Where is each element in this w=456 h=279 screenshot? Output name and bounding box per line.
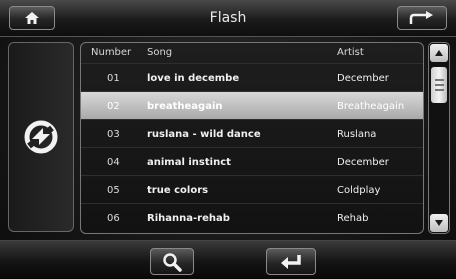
track-artist: Coldplay: [337, 185, 381, 196]
app-window: Flash Number Song Artist 01 love in dece…: [0, 0, 456, 279]
track-title: Rihanna-rehab: [147, 213, 230, 224]
track-title: true colors: [147, 185, 209, 196]
track-title: breatheagain: [147, 101, 223, 112]
track-number: 05: [107, 185, 120, 196]
track-title: animal instinct: [147, 157, 231, 168]
home-icon: [25, 12, 39, 24]
track-artist: December: [337, 157, 389, 168]
arrow-down-icon: [435, 220, 443, 226]
search-button[interactable]: [150, 248, 194, 275]
track-number: 01: [107, 73, 120, 84]
back-arrow-icon: [409, 11, 433, 24]
scroll-up-button[interactable]: [430, 44, 448, 62]
column-header-artist[interactable]: Artist: [337, 47, 364, 58]
scroll-down-button[interactable]: [430, 214, 448, 232]
track-number: 02: [107, 101, 120, 112]
list-item[interactable]: 03 ruslana - wild dance Ruslana: [81, 119, 423, 148]
song-list: Number Song Artist 01 love in decembe De…: [80, 42, 424, 234]
search-icon: [163, 252, 182, 272]
track-artist: Ruslana: [337, 129, 377, 140]
list-item-selected[interactable]: 02 breatheagain Breatheagain: [81, 91, 423, 120]
bottom-bar: [0, 240, 456, 279]
mode-panel[interactable]: [8, 42, 74, 232]
top-bar: Flash: [0, 0, 456, 37]
back-button[interactable]: [397, 6, 447, 30]
enter-icon: [281, 254, 301, 269]
scrollbar[interactable]: [428, 42, 450, 234]
column-header-song[interactable]: Song: [147, 47, 172, 58]
home-button[interactable]: [9, 6, 55, 30]
list-item[interactable]: 01 love in decembe December: [81, 63, 423, 92]
list-item[interactable]: 05 true colors Coldplay: [81, 175, 423, 204]
track-artist: Rehab: [337, 213, 369, 224]
track-artist: Breatheagain: [337, 101, 405, 112]
track-title: love in decembe: [147, 73, 240, 84]
track-number: 03: [107, 129, 120, 140]
track-number: 06: [107, 213, 120, 224]
arrow-up-icon: [435, 50, 443, 56]
list-header: Number Song Artist: [81, 43, 423, 63]
list-item[interactable]: 04 animal instinct December: [81, 147, 423, 176]
enter-button[interactable]: [266, 248, 316, 275]
track-number: 04: [107, 157, 120, 168]
shuffle-icon: [24, 120, 58, 154]
scroll-thumb[interactable]: [431, 67, 447, 103]
column-header-number[interactable]: Number: [91, 47, 131, 58]
page-title: Flash: [209, 10, 247, 26]
track-title: ruslana - wild dance: [147, 129, 261, 140]
track-artist: December: [337, 73, 389, 84]
list-item[interactable]: 06 Rihanna-rehab Rehab: [81, 203, 423, 232]
